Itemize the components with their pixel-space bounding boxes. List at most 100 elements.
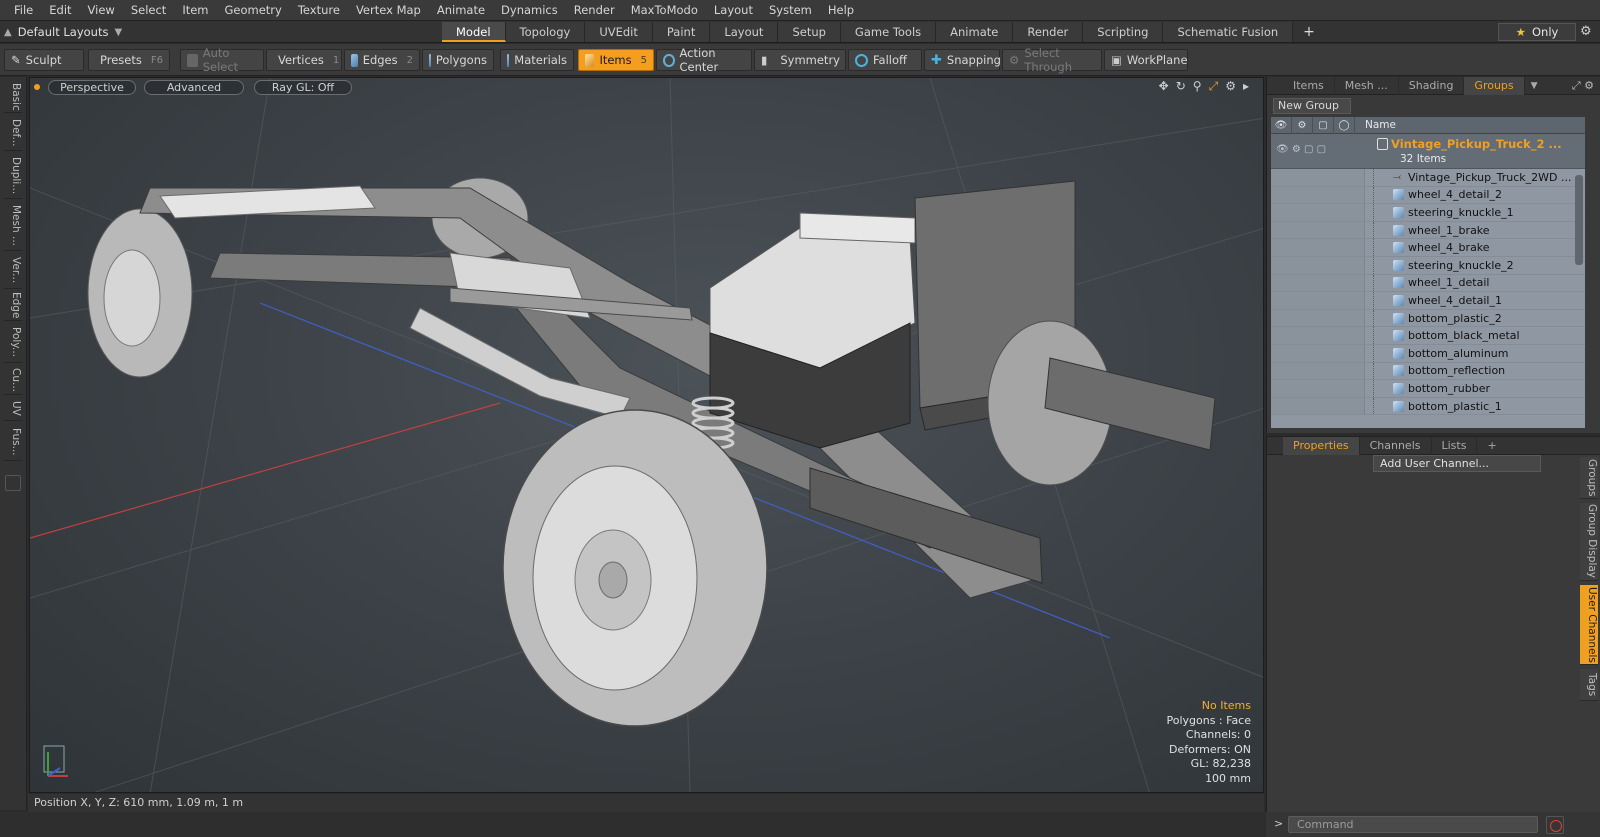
tab-layout[interactable]: Layout xyxy=(710,22,779,42)
action-center-button[interactable]: Action Center xyxy=(656,46,752,74)
list-item[interactable]: ⤙ Vintage_Pickup_Truck_2WD ... xyxy=(1271,169,1585,187)
left-tab-mesh[interactable]: Mesh ... xyxy=(4,201,22,251)
menu-item[interactable]: Item xyxy=(174,0,216,21)
side-tab-tags[interactable]: Tags xyxy=(1580,669,1598,701)
tab-channels[interactable]: Channels xyxy=(1360,436,1432,455)
rotate-icon[interactable]: ↻ xyxy=(1176,79,1186,94)
tab-properties[interactable]: Properties xyxy=(1283,436,1360,455)
tab-mesh[interactable]: Mesh ... xyxy=(1335,76,1399,95)
menu-render[interactable]: Render xyxy=(566,0,623,21)
viewport-menu-dot[interactable] xyxy=(34,84,40,90)
menu-vertex-map[interactable]: Vertex Map xyxy=(348,0,429,21)
left-tab-uv[interactable]: UV xyxy=(4,397,22,421)
tab-paint[interactable]: Paint xyxy=(652,22,711,42)
list-item[interactable]: bottom_plastic_2 xyxy=(1271,309,1585,328)
left-tab-curve[interactable]: Cu... xyxy=(4,365,22,395)
sculpt-button[interactable]: ✎ Sculpt xyxy=(4,49,84,71)
tab-items[interactable]: Items xyxy=(1283,76,1335,95)
tab-animate[interactable]: Animate xyxy=(936,22,1014,42)
presets-button[interactable]: Presets F6 xyxy=(88,49,170,71)
tab-uvedit[interactable]: UVEdit xyxy=(585,22,653,42)
menu-system[interactable]: System xyxy=(761,0,820,21)
menu-dynamics[interactable]: Dynamics xyxy=(493,0,566,21)
menu-maxtomodo[interactable]: MaxToModo xyxy=(623,0,706,21)
command-input[interactable]: Command xyxy=(1288,816,1538,833)
list-item[interactable]: bottom_reflection xyxy=(1271,362,1585,381)
add-panel-tab-icon[interactable]: + xyxy=(1477,437,1506,455)
items-button[interactable]: Items 5 xyxy=(578,49,654,71)
3d-viewport[interactable]: Perspective Advanced Ray GL: Off ✥ ↻ ⚲ ⤢… xyxy=(29,77,1264,793)
side-tab-user-channels[interactable]: User Channels xyxy=(1580,585,1598,665)
raygl-toggle[interactable]: Ray GL: Off xyxy=(254,79,352,95)
list-item[interactable]: wheel_1_brake xyxy=(1271,221,1585,240)
new-group-button[interactable]: New Group xyxy=(1273,98,1351,114)
add-user-channel-button[interactable]: Add User Channel... xyxy=(1373,455,1541,472)
gear-icon[interactable]: ⚙ xyxy=(1580,24,1592,39)
left-toggle-button[interactable] xyxy=(5,475,21,491)
edges-button[interactable]: Edges 2 xyxy=(344,49,420,71)
menu-layout[interactable]: Layout xyxy=(706,0,761,21)
materials-button[interactable]: Materials xyxy=(500,49,574,71)
group-visibility-icon[interactable]: 👁 ⚙ ▢ ▢ xyxy=(1276,144,1326,155)
groups-list-scrollbar[interactable] xyxy=(1575,175,1583,265)
fit-view-icon[interactable]: ⤢ xyxy=(1209,79,1219,94)
list-item[interactable]: bottom_aluminum xyxy=(1271,344,1585,363)
menu-file[interactable]: File xyxy=(6,0,41,21)
menu-texture[interactable]: Texture xyxy=(290,0,348,21)
viewport-gear-icon[interactable]: ⚙ xyxy=(1225,79,1236,94)
tab-game-tools[interactable]: Game Tools xyxy=(840,22,937,42)
workplane-button[interactable]: ▣ WorkPlane xyxy=(1104,49,1188,71)
render-column-icon[interactable]: ⚙ xyxy=(1292,117,1313,134)
left-tab-duplicate[interactable]: Dupli... xyxy=(4,153,22,199)
falloff-button[interactable]: Falloff xyxy=(848,49,922,71)
left-tab-deform[interactable]: Def... xyxy=(4,115,22,151)
polygons-button[interactable]: Polygons xyxy=(422,49,494,71)
side-tab-groups[interactable]: Groups xyxy=(1580,457,1598,499)
tab-scripting[interactable]: Scripting xyxy=(1083,22,1164,42)
menu-animate[interactable]: Animate xyxy=(429,0,493,21)
expand-arrow-icon[interactable]: ▸ xyxy=(1243,79,1249,94)
pan-icon[interactable]: ✥ xyxy=(1159,79,1169,94)
menu-edit[interactable]: Edit xyxy=(41,0,79,21)
left-tab-vertex[interactable]: Ver... xyxy=(4,253,22,289)
select-column-icon[interactable]: ◯ xyxy=(1334,117,1355,134)
menu-help[interactable]: Help xyxy=(820,0,862,21)
symmetry-button[interactable]: ▮ Symmetry xyxy=(754,49,846,71)
list-item[interactable]: bottom_plastic_1 xyxy=(1271,397,1585,416)
zoom-icon[interactable]: ⚲ xyxy=(1193,79,1202,94)
visibility-column-icon[interactable]: 👁 xyxy=(1271,117,1292,134)
side-tab-group-display[interactable]: Group Display xyxy=(1580,503,1598,581)
left-tab-basic[interactable]: Basic xyxy=(4,81,22,113)
shading-dropdown[interactable]: Advanced xyxy=(144,79,244,95)
group-row[interactable]: 👁 ⚙ ▢ ▢ Vintage_Pickup_Truck_2 ... 32 It… xyxy=(1271,134,1585,169)
list-item[interactable]: wheel_1_detail xyxy=(1271,274,1585,293)
list-item[interactable]: wheel_4_detail_1 xyxy=(1271,292,1585,310)
left-tab-fusion[interactable]: Fus... xyxy=(4,423,22,461)
tab-setup[interactable]: Setup xyxy=(778,22,841,42)
snapping-button[interactable]: ✚ Snapping xyxy=(924,49,1001,71)
panel-dropdown-icon[interactable]: ▼ xyxy=(1531,81,1538,91)
panel-expand-icon[interactable]: ⤢ ⚙ xyxy=(1572,79,1594,93)
tab-topology[interactable]: Topology xyxy=(505,22,586,42)
add-tab-icon[interactable]: + xyxy=(1293,22,1325,42)
tab-schematic-fusion[interactable]: Schematic Fusion xyxy=(1163,22,1294,42)
tab-lists[interactable]: Lists xyxy=(1432,436,1478,455)
menu-geometry[interactable]: Geometry xyxy=(217,0,290,21)
view-mode-dropdown[interactable]: Perspective xyxy=(48,79,136,95)
list-item[interactable]: wheel_4_brake xyxy=(1271,239,1585,257)
select-through-button[interactable]: ⚙ Select Through xyxy=(1002,46,1102,74)
vertices-button[interactable]: Vertices 1 xyxy=(266,49,342,71)
lock-column-icon[interactable]: ▢ xyxy=(1313,117,1334,134)
tab-shading[interactable]: Shading xyxy=(1399,76,1465,95)
list-item[interactable]: bottom_rubber xyxy=(1271,380,1585,398)
menu-view[interactable]: View xyxy=(80,0,123,21)
auto-select-button[interactable]: Auto Select xyxy=(180,46,264,74)
tab-model[interactable]: Model xyxy=(442,22,506,42)
list-item[interactable]: steering_knuckle_1 xyxy=(1271,204,1585,222)
list-item[interactable]: wheel_4_detail_2 xyxy=(1271,186,1585,205)
tab-groups[interactable]: Groups xyxy=(1464,76,1525,95)
only-button[interactable]: ★ Only xyxy=(1498,23,1576,41)
left-tab-edge[interactable]: Edge xyxy=(4,291,22,321)
left-tab-polygon[interactable]: Poly... xyxy=(4,323,22,363)
tab-render[interactable]: Render xyxy=(1013,22,1084,42)
